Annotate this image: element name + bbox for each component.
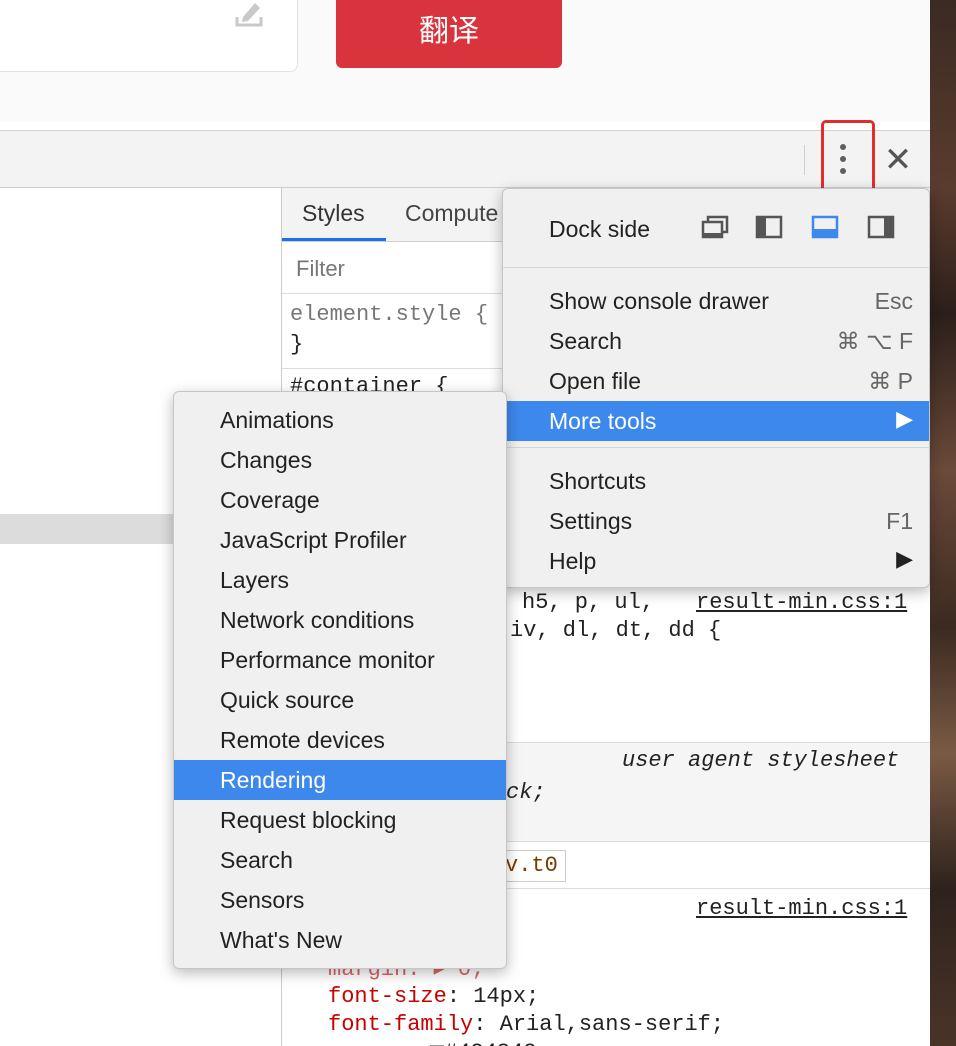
- menu-item-shortcut: F1: [886, 508, 913, 534]
- rule-selector-1: h5, p, ul,: [522, 590, 655, 615]
- submenu-item-label: Sensors: [220, 887, 305, 913]
- undock-icon[interactable]: [701, 215, 729, 239]
- submenu-item-coverage[interactable]: Coverage: [174, 480, 506, 520]
- menu-item-open-file[interactable]: Open file ⌘ P: [503, 361, 929, 401]
- submenu-item-animations[interactable]: Animations: [174, 400, 506, 440]
- menu-item-more-tools[interactable]: More tools ▶: [503, 401, 929, 441]
- submenu-item-layers[interactable]: Layers: [174, 560, 506, 600]
- css-value: : Arial,sans-serif;: [473, 1012, 725, 1037]
- submenu-item-search[interactable]: Search: [174, 840, 506, 880]
- devtools-toolbar: [0, 130, 930, 188]
- submenu-item-label: What's New: [220, 927, 342, 953]
- menu-item-label: Help: [549, 548, 597, 574]
- menu-item-shortcut: ⌘ P: [868, 368, 913, 394]
- menu-item-search[interactable]: Search ⌘ ⌥ F: [503, 321, 929, 361]
- tab-computed[interactable]: Compute: [405, 200, 498, 227]
- inherited-selector: v.t0: [505, 853, 558, 878]
- submenu-item-label: Rendering: [220, 767, 327, 793]
- dock-right-icon[interactable]: [867, 215, 895, 239]
- menu-item-show-console-drawer[interactable]: Show console drawer Esc: [503, 281, 929, 321]
- menu-item-label: Open file: [549, 368, 642, 394]
- menu-item-shortcut: Esc: [874, 288, 913, 314]
- submenu-item-label: Coverage: [220, 487, 320, 513]
- submenu-item-label: Search: [220, 847, 293, 873]
- submenu-arrow-icon: ▶: [896, 547, 913, 572]
- submenu-item-network-conditions[interactable]: Network conditions: [174, 600, 506, 640]
- submenu-item-whats-new[interactable]: What's New: [174, 920, 506, 960]
- submenu-item-label: Changes: [220, 447, 313, 473]
- dock-side-label: Dock side: [549, 216, 650, 242]
- selected-node-bar[interactable]: [0, 514, 174, 544]
- submenu-item-label: Request blocking: [220, 807, 397, 833]
- color-value: #434343: [444, 1040, 536, 1046]
- more-tools-submenu: Animations Changes Coverage JavaScript P…: [173, 391, 507, 969]
- submenu-item-quick-source[interactable]: Quick source: [174, 680, 506, 720]
- submenu-item-label: Layers: [220, 567, 290, 593]
- dock-left-icon[interactable]: [755, 215, 783, 239]
- menu-item-label: Settings: [549, 508, 633, 534]
- submenu-item-label: Quick source: [220, 687, 355, 713]
- submenu-item-remote-devices[interactable]: Remote devices: [174, 720, 506, 760]
- submenu-arrow-icon: ▶: [896, 407, 913, 432]
- edit-icon[interactable]: [231, 0, 267, 29]
- menu-item-label: Show console drawer: [549, 288, 769, 314]
- submenu-item-rendering[interactable]: Rendering: [174, 760, 506, 800]
- element-style-close: }: [290, 332, 304, 357]
- background-photo-strip: [930, 0, 956, 1046]
- submenu-item-request-blocking[interactable]: Request blocking: [174, 800, 506, 840]
- submenu-item-sensors[interactable]: Sensors: [174, 880, 506, 920]
- source-link-2[interactable]: result-min.css:1: [696, 896, 907, 921]
- submenu-item-label: Remote devices: [220, 727, 385, 753]
- submenu-item-label: Network conditions: [220, 607, 415, 633]
- menu-item-shortcuts[interactable]: Shortcuts: [503, 461, 929, 501]
- source-link-1[interactable]: result-min.css:1: [696, 590, 907, 615]
- menu-item-shortcut: ⌘ ⌥ F: [836, 328, 913, 354]
- kebab-menu-icon[interactable]: [836, 144, 850, 178]
- submenu-item-changes[interactable]: Changes: [174, 440, 506, 480]
- css-value: : 14px;: [446, 984, 540, 1009]
- font-size-declaration: font-size: 14px;: [328, 984, 539, 1009]
- submenu-item-label: Performance monitor: [220, 647, 435, 673]
- element-style-selector: element.style {: [290, 302, 489, 327]
- ua-value: ck;: [506, 780, 546, 805]
- toolbar-separator: [804, 145, 805, 175]
- css-property: font-family: [328, 1012, 474, 1037]
- tab-styles-underline: [282, 238, 386, 241]
- menu-item-label: Search: [549, 328, 622, 354]
- rule-selector-2: iv, dl, dt, dd {: [510, 618, 722, 643]
- user-agent-label: user agent stylesheet: [622, 748, 900, 773]
- translate-button[interactable]: 翻译: [336, 0, 562, 68]
- submenu-item-label: JavaScript Profiler: [220, 527, 407, 553]
- menu-separator: [503, 447, 929, 448]
- menu-separator: [503, 267, 929, 268]
- devtools-main-menu: Dock side Show console drawer Esc Search…: [502, 188, 930, 588]
- submenu-item-performance-monitor[interactable]: Performance monitor: [174, 640, 506, 680]
- close-icon[interactable]: ✕: [880, 140, 916, 180]
- menu-item-settings[interactable]: Settings F1: [503, 501, 929, 541]
- menu-item-label: Shortcuts: [549, 468, 647, 494]
- tab-styles[interactable]: Styles: [302, 200, 365, 227]
- source-text-box[interactable]: [0, 0, 298, 72]
- color-declaration: #434343: [430, 1040, 536, 1046]
- dock-bottom-icon[interactable]: [811, 215, 839, 239]
- menu-item-help[interactable]: Help ▶: [503, 541, 929, 581]
- menu-item-label: More tools: [549, 408, 657, 434]
- submenu-item-label: Animations: [220, 407, 334, 433]
- font-family-declaration: font-family: Arial,sans-serif;: [328, 1012, 724, 1037]
- page-top-area: 翻译: [0, 0, 930, 122]
- css-property: font-size: [328, 984, 447, 1009]
- submenu-item-javascript-profiler[interactable]: JavaScript Profiler: [174, 520, 506, 560]
